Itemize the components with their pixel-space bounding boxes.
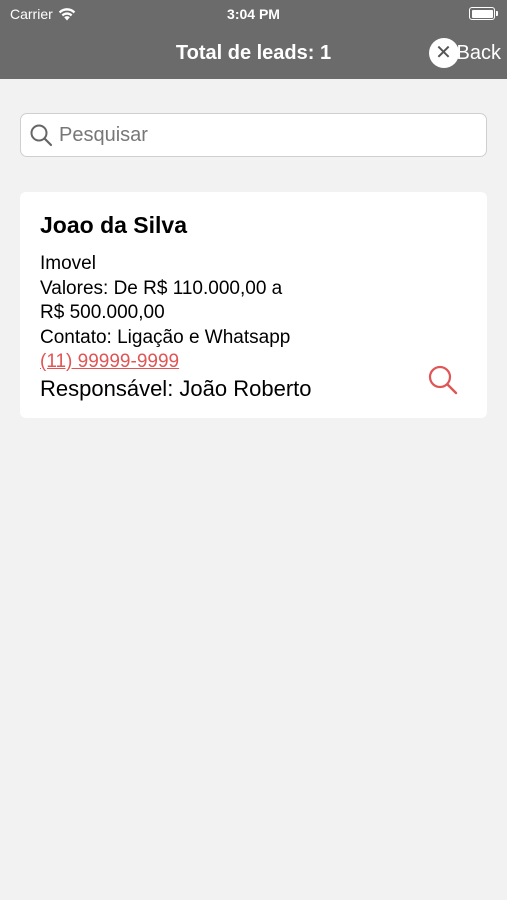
- battery-icon: [469, 7, 498, 20]
- search-input[interactable]: [59, 123, 486, 147]
- lead-card[interactable]: Joao da Silva Imovel Valores: De R$ 110.…: [20, 192, 487, 418]
- lead-type: Imovel: [40, 253, 96, 274]
- status-time: 3:04 PM: [227, 6, 280, 22]
- close-icon: ✕: [428, 38, 459, 68]
- search-bar[interactable]: [20, 113, 487, 157]
- lead-phone-link[interactable]: (11) 99999-9999: [40, 350, 312, 375]
- lead-values-line1: Valores: De R$ 110.000,00 a: [40, 277, 283, 299]
- lead-responsible: Responsável: João Roberto: [40, 375, 312, 401]
- search-icon: [30, 124, 53, 147]
- navigation-bar: Total de leads: 1 ✕ Back: [0, 28, 507, 79]
- top-bar: Carrier 3:04 PM Total de leads: 1 ✕ Back: [0, 0, 507, 79]
- status-bar: Carrier 3:04 PM: [0, 0, 507, 28]
- lead-name: Joao da Silva: [40, 212, 188, 238]
- lead-details: Imovel Valores: De R$ 110.000,00 a R$ 50…: [40, 252, 312, 402]
- lead-contact: Contato: Ligação e Whatsapp: [40, 326, 291, 348]
- back-label: Back: [456, 41, 501, 64]
- search-icon[interactable]: [427, 364, 459, 396]
- back-button[interactable]: ✕ Back: [428, 37, 501, 69]
- lead-values-line2: R$ 500.000,00: [40, 302, 165, 323]
